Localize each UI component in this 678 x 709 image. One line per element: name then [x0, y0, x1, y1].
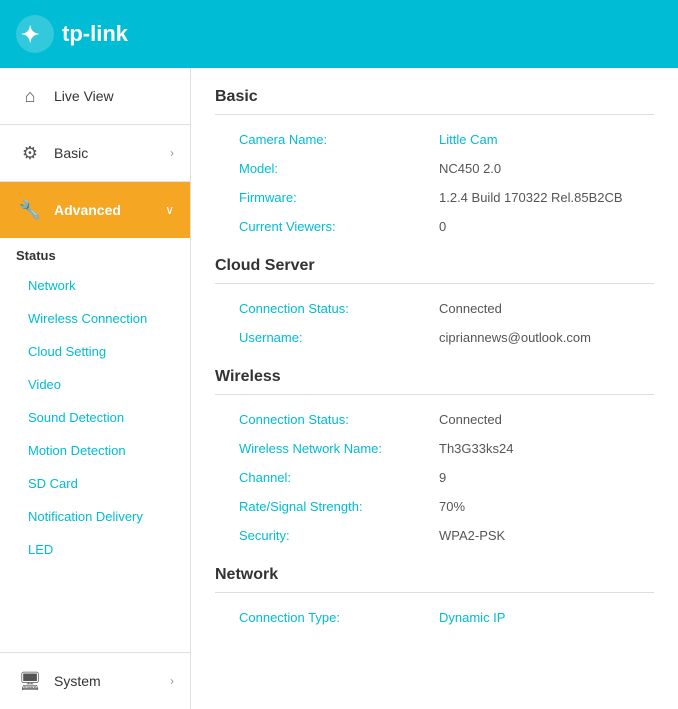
- live-view-label: Live View: [54, 88, 174, 104]
- firmware-value: 1.2.4 Build 170322 Rel.85B2CB: [415, 183, 654, 212]
- cloud-connection-status-value: Connected: [415, 294, 654, 323]
- table-row: Connection Status: Connected: [215, 294, 654, 323]
- status-section-header: Status: [0, 238, 190, 269]
- table-row: Current Viewers: 0: [215, 212, 654, 241]
- wireless-network-name-label: Wireless Network Name:: [215, 434, 415, 463]
- cloud-server-divider: [215, 283, 654, 284]
- home-icon: ⌂: [16, 82, 44, 110]
- sidebar-item-network[interactable]: Network: [0, 269, 190, 302]
- cloud-connection-status-label: Connection Status:: [215, 294, 415, 323]
- logo-text: tp-link: [62, 21, 128, 47]
- camera-name-value: Little Cam: [415, 125, 654, 154]
- basic-section: Basic Camera Name: Little Cam Model: NC4…: [215, 88, 654, 241]
- basic-label: Basic: [54, 145, 170, 161]
- table-row: Wireless Network Name: Th3G33ks24: [215, 434, 654, 463]
- sidebar-item-advanced[interactable]: 🔧 Advanced ∨: [0, 182, 190, 238]
- main-content: Basic Camera Name: Little Cam Model: NC4…: [191, 68, 678, 709]
- table-row: Model: NC450 2.0: [215, 154, 654, 183]
- table-row: Camera Name: Little Cam: [215, 125, 654, 154]
- advanced-label: Advanced: [54, 202, 165, 218]
- wireless-section: Wireless Connection Status: Connected Wi…: [215, 368, 654, 550]
- current-viewers-label: Current Viewers:: [215, 212, 415, 241]
- sidebar-item-cloud-setting[interactable]: Cloud Setting: [0, 335, 190, 368]
- system-icon: 🖥: [16, 667, 44, 695]
- chevron-right-icon-system: ›: [170, 674, 174, 688]
- sidebar-item-motion-detection[interactable]: Motion Detection: [0, 434, 190, 467]
- network-table: Connection Type: Dynamic IP: [215, 603, 654, 632]
- network-section: Network Connection Type: Dynamic IP: [215, 566, 654, 632]
- cloud-username-label: Username:: [215, 323, 415, 352]
- wireless-rate-value: 70%: [415, 492, 654, 521]
- cloud-server-section-title: Cloud Server: [215, 257, 654, 275]
- cloud-username-value: cipriannews@outlook.com: [415, 323, 654, 352]
- sidebar-item-led[interactable]: LED: [0, 533, 190, 566]
- gear-icon: ⚙: [16, 139, 44, 167]
- wireless-network-name-value: Th3G33ks24: [415, 434, 654, 463]
- connection-type-label: Connection Type:: [215, 603, 415, 632]
- connection-type-value: Dynamic IP: [415, 603, 654, 632]
- cloud-server-table: Connection Status: Connected Username: c…: [215, 294, 654, 352]
- basic-divider: [215, 114, 654, 115]
- sidebar-item-notification-delivery[interactable]: Notification Delivery: [0, 500, 190, 533]
- model-value: NC450 2.0: [415, 154, 654, 183]
- cloud-server-section: Cloud Server Connection Status: Connecte…: [215, 257, 654, 352]
- wrench-icon: 🔧: [16, 196, 44, 224]
- system-label: System: [54, 673, 170, 689]
- wireless-security-label: Security:: [215, 521, 415, 550]
- wireless-channel-value: 9: [415, 463, 654, 492]
- camera-name-label: Camera Name:: [215, 125, 415, 154]
- table-row: Rate/Signal Strength: 70%: [215, 492, 654, 521]
- wireless-section-title: Wireless: [215, 368, 654, 386]
- wireless-connection-status-label: Connection Status:: [215, 405, 415, 434]
- basic-section-title: Basic: [215, 88, 654, 106]
- wireless-divider: [215, 394, 654, 395]
- table-row: Username: cipriannews@outlook.com: [215, 323, 654, 352]
- logo: ✦ tp-link: [16, 15, 128, 53]
- wireless-table: Connection Status: Connected Wireless Ne…: [215, 405, 654, 550]
- table-row: Security: WPA2-PSK: [215, 521, 654, 550]
- sidebar-item-basic[interactable]: ⚙ Basic ›: [0, 125, 190, 182]
- table-row: Firmware: 1.2.4 Build 170322 Rel.85B2CB: [215, 183, 654, 212]
- network-section-title: Network: [215, 566, 654, 584]
- wireless-rate-label: Rate/Signal Strength:: [215, 492, 415, 521]
- table-row: Connection Status: Connected: [215, 405, 654, 434]
- current-viewers-value: 0: [415, 212, 654, 241]
- sidebar-item-video[interactable]: Video: [0, 368, 190, 401]
- tp-link-logo-icon: ✦: [16, 15, 54, 53]
- wireless-connection-status-value: Connected: [415, 405, 654, 434]
- sidebar-item-sound-detection[interactable]: Sound Detection: [0, 401, 190, 434]
- wireless-security-value: WPA2-PSK: [415, 521, 654, 550]
- svg-text:✦: ✦: [21, 22, 39, 47]
- chevron-down-icon: ∨: [165, 203, 174, 217]
- sidebar-item-sd-card[interactable]: SD Card: [0, 467, 190, 500]
- sidebar-item-wireless-connection[interactable]: Wireless Connection: [0, 302, 190, 335]
- network-divider: [215, 592, 654, 593]
- table-row: Channel: 9: [215, 463, 654, 492]
- advanced-submenu: Status Network Wireless Connection Cloud…: [0, 238, 190, 566]
- chevron-right-icon: ›: [170, 146, 174, 160]
- firmware-label: Firmware:: [215, 183, 415, 212]
- sidebar: ⌂ Live View ⚙ Basic › 🔧 Advanced ∨ Statu…: [0, 68, 191, 709]
- wireless-channel-label: Channel:: [215, 463, 415, 492]
- sidebar-item-system[interactable]: 🖥 System ›: [0, 652, 190, 709]
- basic-table: Camera Name: Little Cam Model: NC450 2.0…: [215, 125, 654, 241]
- model-label: Model:: [215, 154, 415, 183]
- sidebar-item-live-view[interactable]: ⌂ Live View: [0, 68, 190, 125]
- app-header: ✦ tp-link: [0, 0, 678, 68]
- table-row: Connection Type: Dynamic IP: [215, 603, 654, 632]
